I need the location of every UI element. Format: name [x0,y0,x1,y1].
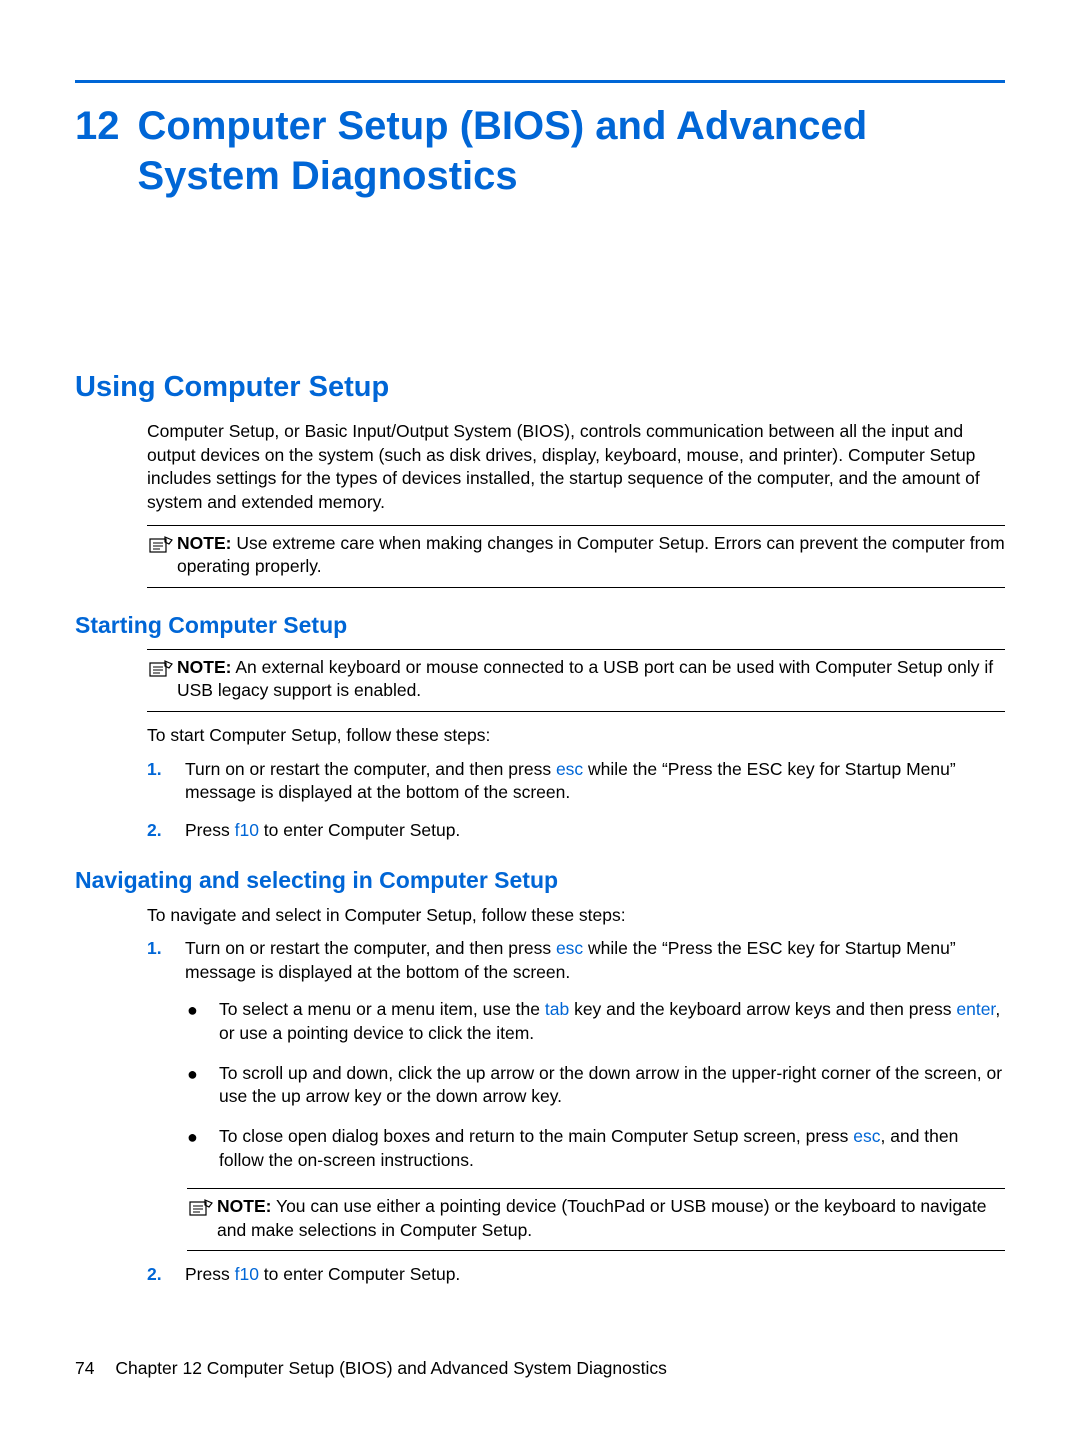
bullet-item: ● To scroll up and down, click the up ar… [187,1062,1005,1109]
sub-bullets: ● To select a menu or a menu item, use t… [187,998,1005,1172]
key-enter: enter [956,999,995,1019]
key-f10: f10 [235,1264,259,1284]
section-navigating: Navigating and selecting in Computer Set… [75,867,1005,894]
steps-list: 1. Turn on or restart the computer, and … [147,758,1005,843]
note-icon [147,658,175,680]
note-content: NOTE: Use extreme care when making chang… [177,532,1005,579]
step-1: 1. Turn on or restart the computer, and … [147,937,1005,984]
note-box: NOTE: An external keyboard or mouse conn… [147,649,1005,712]
footer-text: Chapter 12 Computer Setup (BIOS) and Adv… [115,1358,667,1378]
step-body: Turn on or restart the computer, and the… [185,758,1005,805]
section-using-computer-setup: Using Computer Setup [75,371,1005,404]
key-esc: esc [853,1126,880,1146]
page-footer: 74 Chapter 12 Computer Setup (BIOS) and … [75,1358,667,1379]
step-number: 1. [147,937,165,984]
bullet-body: To scroll up and down, click the up arro… [219,1062,1005,1109]
bullet-item: ● To close open dialog boxes and return … [187,1125,1005,1172]
chapter-title: Computer Setup (BIOS) and Advanced Syste… [138,101,1006,201]
step-2: 2. Press f10 to enter Computer Setup. [147,1263,1005,1287]
step-body: Press f10 to enter Computer Setup. [185,1263,1005,1287]
bullet-body: To close open dialog boxes and return to… [219,1125,1005,1172]
steps-list: 1. Turn on or restart the computer, and … [147,937,1005,984]
note-label: NOTE: [217,1196,271,1216]
note-text: You can use either a pointing device (To… [217,1196,987,1240]
note-content: NOTE: You can use either a pointing devi… [217,1195,1005,1242]
key-tab: tab [545,999,569,1019]
step-number: 2. [147,1263,165,1287]
note-icon [147,534,175,556]
note-text: Use extreme care when making changes in … [177,533,1005,577]
note-box: NOTE: You can use either a pointing devi… [187,1188,1005,1251]
bullet-item: ● To select a menu or a menu item, use t… [187,998,1005,1045]
key-f10: f10 [235,820,259,840]
intro-paragraph: Computer Setup, or Basic Input/Output Sy… [147,420,1005,515]
step-number: 2. [147,819,165,843]
steps-list-cont: 2. Press f10 to enter Computer Setup. [147,1263,1005,1287]
note-label: NOTE: [177,657,231,677]
step-2: 2. Press f10 to enter Computer Setup. [147,819,1005,843]
key-esc: esc [556,938,583,958]
note-text: An external keyboard or mouse connected … [177,657,993,701]
steps-intro: To navigate and select in Computer Setup… [147,904,1005,928]
step-body: Press f10 to enter Computer Setup. [185,819,1005,843]
bullet-marker: ● [187,998,199,1045]
chapter-number: 12 [75,101,120,201]
step-number: 1. [147,758,165,805]
page-number: 74 [75,1358,94,1378]
key-esc: esc [556,759,583,779]
bullet-body: To select a menu or a menu item, use the… [219,998,1005,1045]
top-rule [75,80,1005,83]
step-1: 1. Turn on or restart the computer, and … [147,758,1005,805]
step-body: Turn on or restart the computer, and the… [185,937,1005,984]
steps-intro: To start Computer Setup, follow these st… [147,724,1005,748]
note-content: NOTE: An external keyboard or mouse conn… [177,656,1005,703]
bullet-marker: ● [187,1062,199,1109]
section-starting-computer-setup: Starting Computer Setup [75,612,1005,639]
chapter-heading: 12 Computer Setup (BIOS) and Advanced Sy… [75,101,1005,201]
page-content: 12 Computer Setup (BIOS) and Advanced Sy… [75,80,1005,1301]
note-label: NOTE: [177,533,231,553]
note-icon [187,1197,215,1219]
note-box: NOTE: Use extreme care when making chang… [147,525,1005,588]
bullet-marker: ● [187,1125,199,1172]
